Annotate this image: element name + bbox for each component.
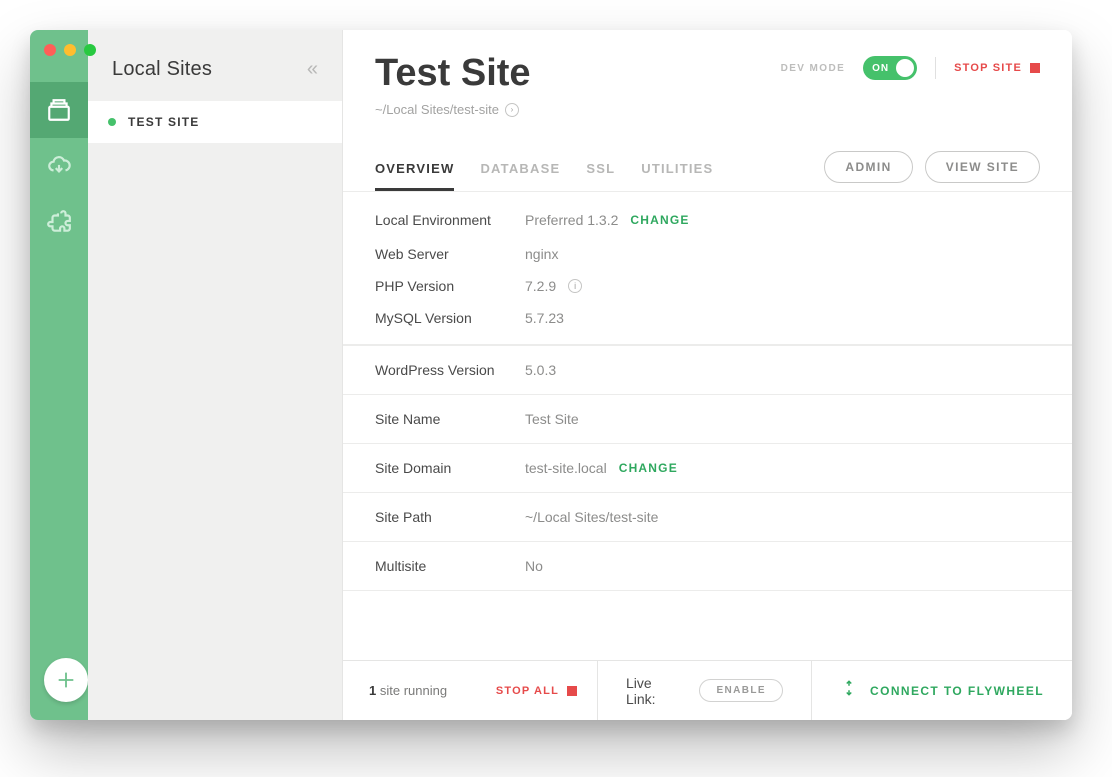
row-local-env-label: Local Environment — [375, 212, 525, 228]
row-wp-label: WordPress Version — [375, 362, 525, 378]
row-web-server-label: Web Server — [375, 246, 525, 262]
main-panel: Test Site ~/Local Sites/test-site › DEV … — [343, 30, 1072, 720]
add-site-button[interactable] — [44, 658, 88, 702]
rail-addons[interactable] — [30, 194, 88, 250]
footer: 1 site running STOP ALL Live Link: ENABL… — [343, 660, 1072, 720]
status-dot-icon — [108, 118, 116, 126]
plus-icon — [55, 669, 77, 691]
sidebar: Local Sites « TEST SITE — [88, 30, 343, 720]
reveal-path-icon[interactable]: › — [505, 103, 519, 117]
site-list-item[interactable]: TEST SITE — [88, 101, 342, 143]
row-web-server-value: nginx — [525, 246, 558, 262]
connect-icon — [840, 679, 858, 702]
row-local-env-value: Preferred 1.3.2 — [525, 212, 618, 228]
admin-button[interactable]: ADMIN — [824, 151, 912, 183]
row-multisite-value: No — [525, 558, 543, 574]
stack-icon — [46, 97, 72, 123]
row-multisite-label: Multisite — [375, 558, 525, 574]
php-info-icon[interactable]: i — [568, 279, 582, 293]
page-title: Test Site — [375, 52, 531, 95]
site-path-text: ~/Local Sites/test-site — [375, 102, 499, 117]
stop-icon — [1030, 63, 1040, 73]
site-path: ~/Local Sites/test-site › — [375, 102, 519, 117]
row-sitename-label: Site Name — [375, 411, 525, 427]
collapse-sidebar-button[interactable]: « — [307, 58, 318, 81]
sites-running-label: site running — [380, 683, 447, 698]
tab-ssl[interactable]: SSL — [586, 161, 615, 191]
change-domain-button[interactable]: CHANGE — [619, 461, 678, 475]
row-php-label: PHP Version — [375, 278, 525, 294]
tabs-row: OVERVIEW DATABASE SSL UTILITIES ADMIN VI… — [343, 125, 1072, 191]
tab-database[interactable]: DATABASE — [480, 161, 560, 191]
main-header: Test Site ~/Local Sites/test-site › DEV … — [343, 30, 1072, 125]
row-sitepath-value: ~/Local Sites/test-site — [525, 509, 658, 525]
stop-site-button[interactable]: STOP SITE — [954, 62, 1040, 74]
rail-cloud[interactable] — [30, 138, 88, 194]
toggle-knob-icon — [896, 59, 914, 77]
row-mysql-value: 5.7.23 — [525, 310, 564, 326]
window-controls — [44, 44, 96, 56]
dev-mode-label: DEV MODE — [781, 63, 846, 74]
divider — [935, 57, 936, 79]
row-sitename-value: Test Site — [525, 411, 579, 427]
site-list: TEST SITE — [88, 101, 342, 143]
toggle-label: ON — [872, 63, 889, 74]
maximize-window-button[interactable] — [84, 44, 96, 56]
app-window: Local Sites « TEST SITE Test Site ~/Loca… — [30, 30, 1072, 720]
row-php-value: 7.2.9 — [525, 278, 556, 294]
stop-icon — [567, 686, 577, 696]
rail-sites[interactable] — [30, 82, 88, 138]
sidebar-title: Local Sites — [112, 58, 212, 81]
tab-utilities[interactable]: UTILITIES — [641, 161, 713, 191]
minimize-window-button[interactable] — [64, 44, 76, 56]
sites-running-count: 1 — [369, 683, 376, 698]
row-sitedomain-label: Site Domain — [375, 460, 525, 476]
enable-live-link-button[interactable]: ENABLE — [699, 679, 783, 702]
cloud-download-icon — [46, 153, 72, 179]
sites-running-text: 1 site running — [369, 683, 447, 698]
nav-rail — [30, 30, 88, 720]
overview-content: Local Environment Preferred 1.3.2 CHANGE… — [343, 191, 1072, 600]
connect-flywheel-label: CONNECT TO FLYWHEEL — [870, 684, 1044, 698]
puzzle-icon — [46, 209, 72, 235]
view-site-button[interactable]: VIEW SITE — [925, 151, 1040, 183]
dev-mode-toggle[interactable]: ON — [863, 56, 917, 80]
stop-site-label: STOP SITE — [954, 62, 1022, 74]
row-sitepath-label: Site Path — [375, 509, 525, 525]
close-window-button[interactable] — [44, 44, 56, 56]
connect-flywheel-button[interactable]: CONNECT TO FLYWHEEL — [812, 661, 1072, 720]
live-link-label: Live Link: — [626, 675, 683, 707]
site-list-item-name: TEST SITE — [128, 115, 199, 129]
row-wp-value: 5.0.3 — [525, 362, 556, 378]
stop-all-button[interactable]: STOP ALL — [496, 685, 577, 697]
tab-overview[interactable]: OVERVIEW — [375, 161, 454, 191]
row-mysql-label: MySQL Version — [375, 310, 525, 326]
row-sitedomain-value: test-site.local — [525, 460, 607, 476]
stop-all-label: STOP ALL — [496, 685, 559, 697]
change-environment-button[interactable]: CHANGE — [630, 213, 689, 227]
